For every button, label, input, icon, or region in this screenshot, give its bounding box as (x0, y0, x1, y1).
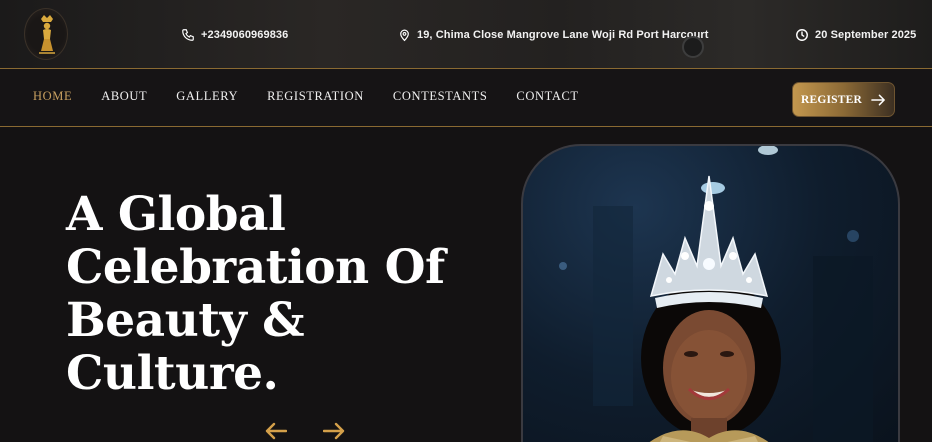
slider-arrows (265, 422, 345, 440)
nav-item-gallery[interactable]: GALLERY (176, 89, 238, 104)
hero-title-line: Culture. (66, 346, 279, 401)
clock-icon (796, 29, 808, 41)
nav-item-contestants[interactable]: CONTESTANTS (393, 89, 488, 104)
hero-photo-crowned-queen (521, 144, 900, 442)
arrow-right-icon[interactable] (323, 422, 345, 440)
site-logo[interactable] (24, 8, 68, 60)
nav-item-about[interactable]: ABOUT (101, 89, 147, 104)
crowned-queen-image (559, 146, 873, 442)
hero-title-line: Celebration Of (66, 240, 445, 295)
decorative-ring (682, 36, 704, 58)
arrow-left-icon[interactable] (265, 422, 287, 440)
hero-title-line: A Global (66, 187, 286, 242)
arrow-right-icon (871, 94, 885, 105)
register-button-label: REGISTER (800, 93, 863, 106)
nav-item-home[interactable]: HOME (33, 89, 72, 104)
hero-title: A Global Celebration Of Beauty & Culture… (66, 188, 486, 400)
pageant-queen-logo-icon (39, 15, 55, 54)
phone-number: +2349060969836 (201, 29, 289, 41)
hero-title-line: Beauty & (66, 293, 305, 348)
contact-address: 19, Chima Close Mangrove Lane Woji Rd Po… (398, 26, 709, 44)
contact-phone[interactable]: +2349060969836 (181, 26, 288, 44)
nav-item-registration[interactable]: REGISTRATION (267, 89, 364, 104)
nav-item-contact[interactable]: CONTACT (516, 89, 578, 104)
top-info-bar: +2349060969836 19, Chima Close Mangrove … (0, 0, 932, 69)
register-button[interactable]: REGISTER (792, 82, 895, 117)
date-text: 20 September 2025 (815, 29, 917, 41)
map-pin-icon (400, 29, 409, 42)
primary-nav: HOME ABOUT GALLERY REGISTRATION CONTESTA… (33, 89, 608, 104)
current-date: 20 September 2025 (795, 26, 916, 44)
phone-icon (182, 29, 194, 41)
address-text: 19, Chima Close Mangrove Lane Woji Rd Po… (417, 29, 709, 41)
